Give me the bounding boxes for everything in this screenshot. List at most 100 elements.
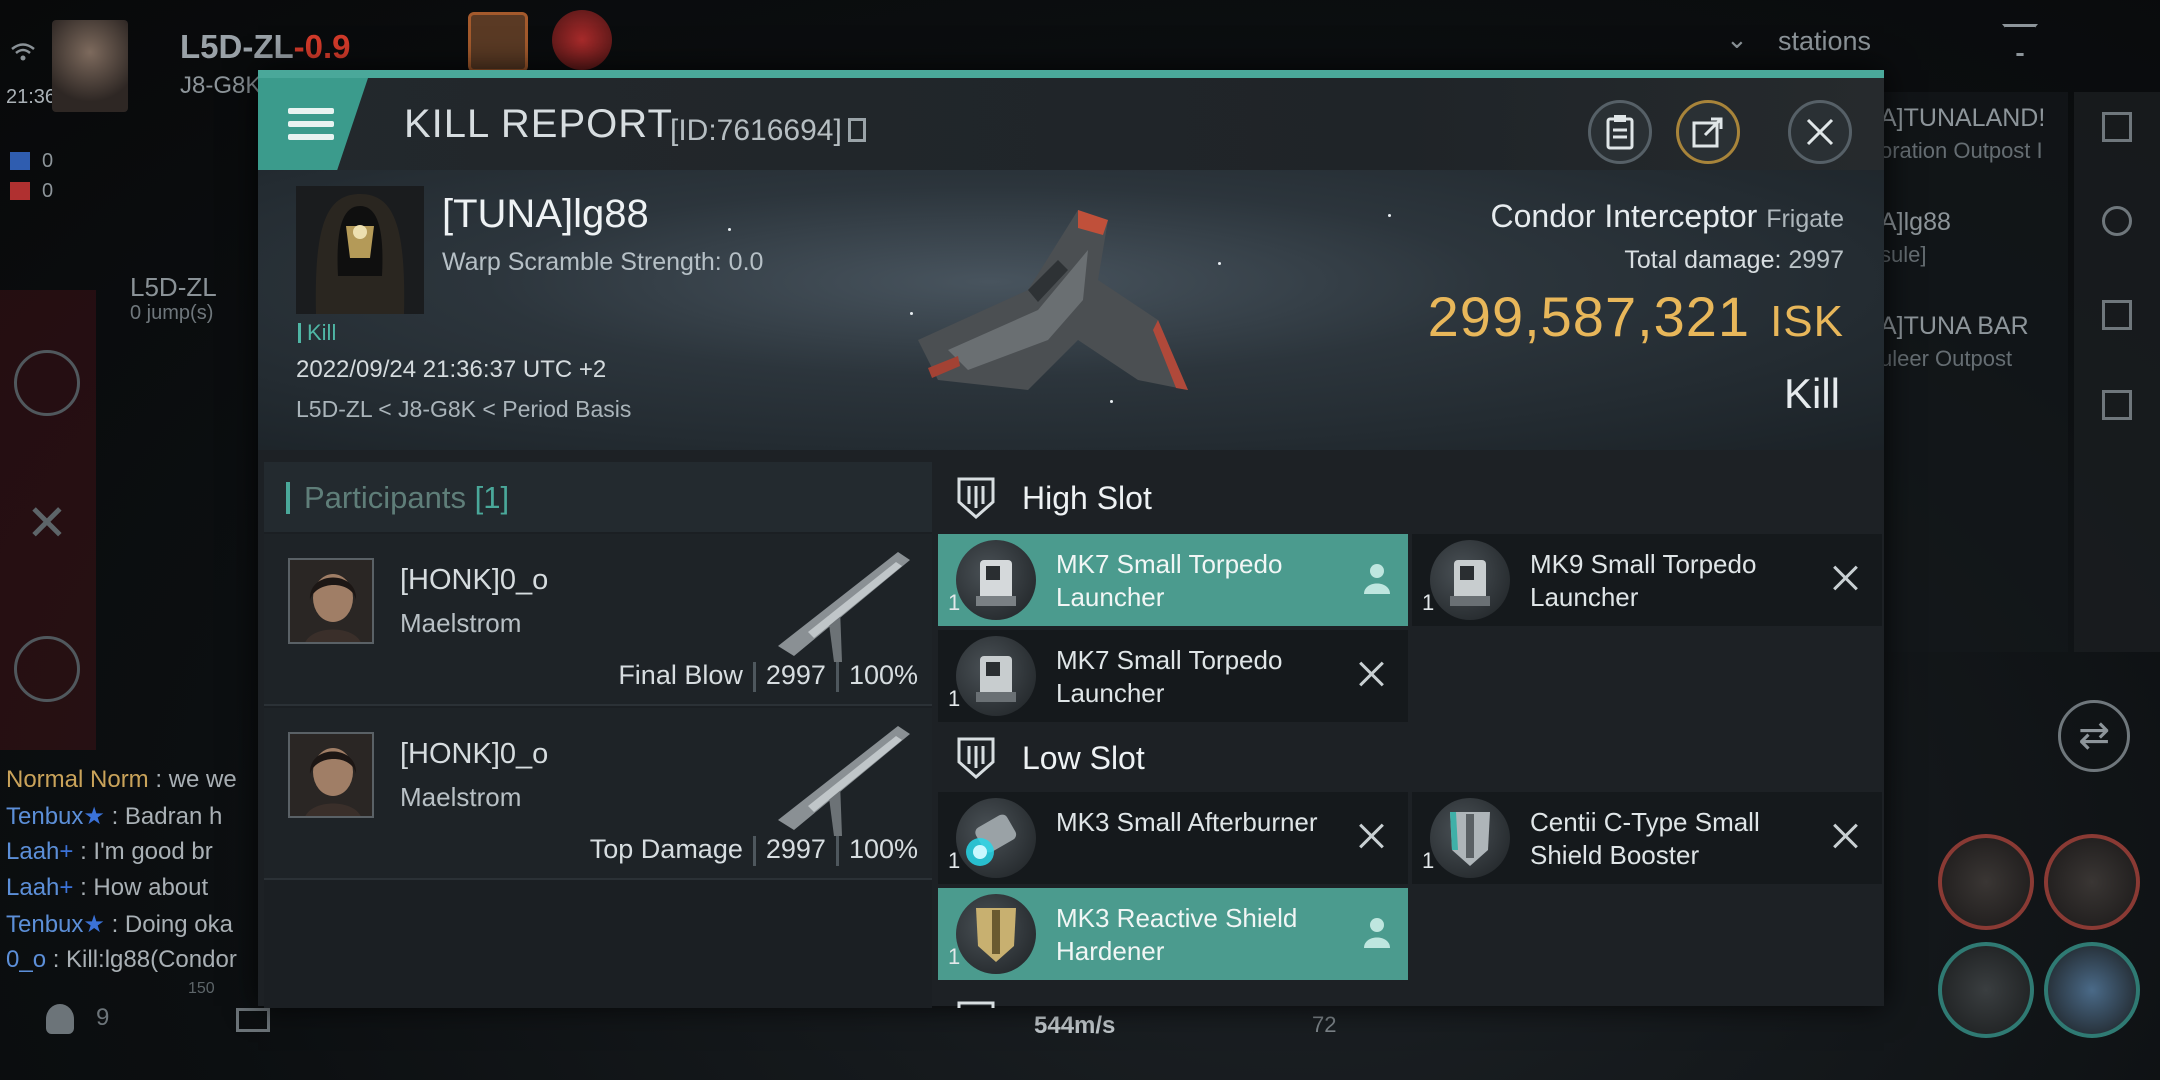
- person-icon: [1364, 564, 1390, 594]
- report-id[interactable]: [ID:7616694]: [670, 114, 866, 148]
- ship-render: [908, 190, 1208, 420]
- module-quantity: 1: [948, 944, 961, 969]
- system-name[interactable]: L5D-ZL-0.9: [180, 28, 351, 66]
- action-icon-1[interactable]: [2102, 112, 2132, 142]
- module-item[interactable]: 1 MK9 Small Torpedo Launcher: [1412, 534, 1882, 626]
- module-slot-icon[interactable]: [1938, 834, 2034, 930]
- chat-line[interactable]: Normal Norm : we we: [6, 766, 237, 794]
- chat-line[interactable]: Tenbux★ : Badran h: [6, 802, 222, 831]
- alliance-logo-icon[interactable]: [468, 12, 528, 72]
- overview-entry-1[interactable]: A]TUNALAND!: [1880, 104, 2045, 133]
- high-slot-icon: [957, 477, 995, 520]
- participant-row[interactable]: [HONK]0_o Maelstrom Top Damage 2997 100%: [264, 708, 932, 880]
- module-quantity: 1: [1422, 590, 1435, 615]
- chat-line[interactable]: Laah+ : I'm good br: [6, 838, 213, 866]
- weapons-toggle-icon[interactable]: [14, 350, 80, 416]
- destroyed-icon: [1358, 660, 1386, 688]
- corp-logo-icon[interactable]: [552, 10, 612, 70]
- chat-line[interactable]: Tenbux★ : Doing oka: [6, 910, 233, 939]
- module-slot-icon[interactable]: [2044, 942, 2140, 1038]
- destroyed-icon: [1832, 564, 1860, 592]
- fitting-panel: High Slot 1 MK7 Small Torpedo Launcher 1…: [938, 462, 1884, 1008]
- module-slot-icon[interactable]: [2044, 834, 2140, 930]
- module-item[interactable]: 1 MK3 Small Afterburner: [938, 792, 1408, 884]
- action-icon-2[interactable]: [2102, 206, 2132, 236]
- participant-avatar[interactable]: [288, 558, 374, 644]
- weapon-icon: [768, 546, 918, 666]
- report-result: Kill: [1783, 370, 1840, 417]
- overview-entry-3-sub: uleer Outpost: [1880, 346, 2013, 371]
- stations-dropdown[interactable]: ⌄ stations: [1690, 22, 1990, 62]
- module-item[interactable]: 1 Centii C-Type Small Shield Booster: [1412, 792, 1882, 884]
- mid-slot-icon: [957, 1001, 995, 1008]
- action-icon-4[interactable]: [2102, 390, 2132, 420]
- person-icon: [1364, 918, 1390, 948]
- separator: [752, 661, 756, 692]
- action-icon-3[interactable]: [2102, 300, 2132, 330]
- player-avatar[interactable]: [52, 20, 128, 112]
- module-quantity: 1: [1422, 848, 1435, 873]
- module-name: MK7 Small Torpedo Launcher: [1056, 549, 1283, 612]
- side-toolbar: [2074, 92, 2160, 652]
- menu-button[interactable]: [258, 78, 368, 170]
- module-quantity: 1: [948, 848, 961, 873]
- swap-icon[interactable]: ⇄: [2058, 700, 2130, 772]
- participant-name: [HONK]0_o: [400, 564, 549, 596]
- victim-ship[interactable]: Condor Interceptor Frigate: [1490, 198, 1844, 235]
- chat-line[interactable]: Laah+ : How about: [6, 874, 208, 902]
- clock: 21:36: [6, 86, 57, 108]
- stations-label: stations: [1778, 26, 1872, 56]
- dialog-titlebar: KILL REPORT [ID:7616694]: [258, 78, 1884, 170]
- destroyed-icon: [1832, 822, 1860, 850]
- separator: [752, 835, 756, 866]
- share-button[interactable]: [1676, 100, 1740, 164]
- star: [1218, 262, 1221, 265]
- mid-slot-header-partial: [938, 986, 1884, 1008]
- mail-icon[interactable]: [236, 1008, 270, 1032]
- low-slot-title: Low Slot: [1022, 740, 1145, 776]
- victim-header: [TUNA]lg88 Warp Scramble Strength: 0.0 K…: [258, 170, 1884, 450]
- dialog-title: KILL REPORT: [404, 102, 673, 146]
- participant-avatar[interactable]: [288, 732, 374, 818]
- target-icon[interactable]: [14, 636, 80, 702]
- chat-line[interactable]: 0_o : Kill:lg88(Condor: [6, 946, 237, 974]
- participant-row[interactable]: [HONK]0_o Maelstrom Final Blow 2997 100%: [264, 534, 932, 706]
- victim-portrait[interactable]: [296, 186, 424, 314]
- overview-entry-3[interactable]: A]TUNA BAR: [1880, 312, 2029, 341]
- kill-datetime: 2022/09/24 21:36:37 UTC +2: [296, 356, 607, 383]
- members-icon[interactable]: [46, 1004, 74, 1034]
- local-system-label[interactable]: L5D-ZL: [130, 272, 217, 303]
- overview-entry-2[interactable]: A]lg88: [1880, 208, 1951, 237]
- share-icon: [1692, 117, 1723, 148]
- high-slot-header: High Slot: [938, 462, 1884, 532]
- clipboard-button[interactable]: [1588, 100, 1652, 164]
- warp-scramble-strength: Warp Scramble Strength: 0.0: [442, 248, 764, 276]
- afterburner-icon: [956, 798, 1036, 878]
- clipboard-icon: [1606, 115, 1634, 150]
- participants-panel: Participants [1] [HONK]0_o Maelstrom Fin…: [264, 462, 932, 1008]
- module-slot-icon[interactable]: [1938, 942, 2034, 1038]
- copy-icon[interactable]: [847, 118, 866, 142]
- module-quantity: 1: [948, 590, 961, 615]
- kill-tag-bar: [298, 323, 301, 343]
- low-slot-icon: [957, 737, 995, 780]
- isk-value: 299,587,321 ISK: [1427, 285, 1844, 348]
- participants-title: Participants [1]: [304, 480, 510, 515]
- close-cross-icon[interactable]: ✕: [14, 490, 80, 556]
- module-item[interactable]: 1 MK7 Small Torpedo Launcher: [938, 534, 1408, 626]
- low-slot-header: Low Slot: [938, 722, 1884, 792]
- torpedo-launcher-icon: [956, 636, 1036, 716]
- high-slot-title: High Slot: [1022, 480, 1152, 516]
- close-icon: [1806, 118, 1834, 146]
- red-flag-count: 0: [42, 180, 54, 202]
- victim-name[interactable]: [TUNA]lg88: [442, 192, 649, 237]
- torpedo-launcher-icon: [1430, 540, 1510, 620]
- close-button[interactable]: [1788, 100, 1852, 164]
- module-name: MK9 Small Torpedo Launcher: [1530, 549, 1757, 612]
- shield-booster-icon: [1430, 798, 1510, 878]
- module-item[interactable]: 1 MK3 Reactive Shield Hardener: [938, 888, 1408, 980]
- kill-location[interactable]: L5D-ZL < J8-G8K < Period Basis: [296, 396, 631, 423]
- module-item[interactable]: 1 MK7 Small Torpedo Launcher: [938, 630, 1408, 722]
- blue-flag-count: 0: [42, 150, 54, 172]
- jumps-label: 0 jump(s): [130, 302, 214, 324]
